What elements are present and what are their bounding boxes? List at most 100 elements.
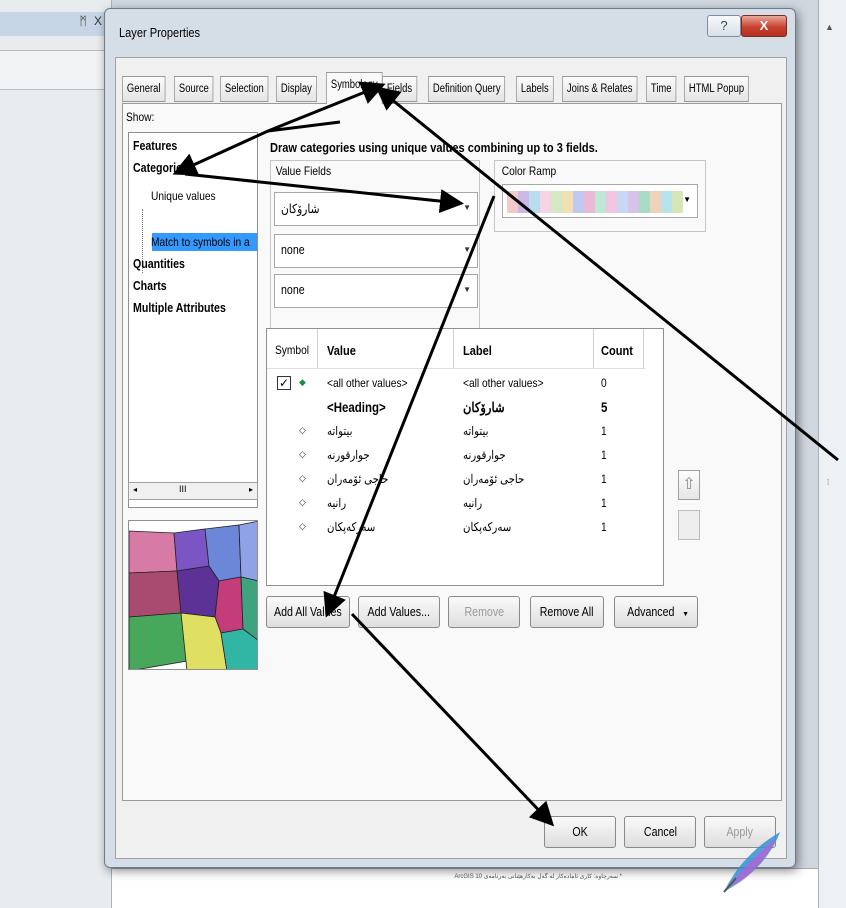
footer-note: * سەرچاوە: کاری ئامادەکار لە گەڵ بەکارهێ… — [454, 874, 622, 880]
close-button[interactable]: X — [741, 15, 787, 37]
color-ramp-swatches — [507, 191, 683, 213]
ramp-swatch — [573, 191, 584, 213]
chevron-down-icon: ▼ — [463, 285, 471, 294]
symbology-preview-map — [128, 520, 258, 670]
color-ramp-select[interactable]: ▼ — [502, 184, 698, 218]
tree-item-features[interactable]: Features — [133, 139, 177, 153]
cell-label[interactable]: جوارقورنە — [463, 448, 506, 462]
value-fields-label: Value Fields — [274, 164, 333, 178]
cell-label[interactable]: بیتواتە — [463, 424, 488, 438]
cell-count: 1 — [601, 472, 607, 486]
cell-value: <Heading> — [327, 400, 386, 415]
pin-close-controls[interactable]: ᛗ X — [79, 14, 104, 28]
scroll-left-icon[interactable]: ◂ — [133, 485, 137, 494]
cancel-button[interactable]: Cancel — [624, 816, 696, 848]
ramp-swatch — [617, 191, 628, 213]
splitter-grip-icon[interactable]: ⁞ — [827, 478, 829, 487]
ramp-swatch — [595, 191, 606, 213]
tab-html-popup[interactable]: HTML Popup — [684, 76, 750, 102]
table-header: Symbol Value Label Count — [267, 329, 645, 369]
value-field-1-select[interactable]: شارۆکان ▼ — [274, 192, 478, 226]
tree-item-match-to-symbols[interactable]: Match to symbols in a — [151, 235, 250, 249]
ok-button[interactable]: OK — [544, 816, 616, 848]
ramp-swatch — [628, 191, 639, 213]
column-label[interactable]: Label — [463, 343, 492, 358]
add-values-button[interactable]: Add Values... — [358, 596, 440, 628]
dock-panel: ᛗ X — [0, 0, 112, 908]
symbol-swatch-icon[interactable]: ◇ — [299, 497, 306, 508]
layer-properties-dialog: Layer Properties ? X General Source Sele… — [104, 8, 796, 868]
cell-label[interactable]: شارۆکان — [463, 400, 505, 416]
ramp-swatch — [551, 191, 562, 213]
cell-count: 5 — [601, 400, 608, 415]
help-button[interactable]: ? — [707, 15, 741, 37]
table-row[interactable]: ◇ جوارقورنە جوارقورنە 1 — [267, 445, 645, 467]
tab-selection[interactable]: Selection — [220, 76, 269, 102]
color-ramp-label: Color Ramp — [500, 164, 558, 178]
ramp-swatch — [529, 191, 540, 213]
symbol-swatch-icon[interactable]: ◇ — [299, 425, 306, 436]
scroll-right-icon[interactable]: ▸ — [249, 485, 253, 494]
cell-label[interactable]: <all other values> — [463, 376, 544, 390]
value-field-3-select[interactable]: none ▼ — [274, 274, 478, 308]
ramp-swatch — [661, 191, 672, 213]
advanced-button[interactable]: Advanced ▼ — [614, 596, 698, 628]
document-footer: * سەرچاوە: کاری ئامادەکار لە گەڵ بەکارهێ… — [112, 868, 818, 908]
arrow-up-icon: ⇧ — [682, 476, 696, 493]
dock-panel-header: ᛗ X — [0, 12, 112, 36]
tab-definition-query[interactable]: Definition Query — [428, 76, 506, 102]
move-down-button[interactable] — [678, 510, 700, 540]
column-symbol[interactable]: Symbol — [275, 343, 309, 357]
symbol-swatch-icon[interactable]: ◇ — [299, 449, 306, 460]
value-field-3-text: none — [281, 283, 305, 297]
scroll-thumb[interactable]: III — [179, 484, 187, 494]
tree-item-unique-values-many[interactable]: Unique values, many — [151, 213, 246, 227]
tree-item-quantities[interactable]: Quantities — [133, 257, 185, 271]
tree-item-charts[interactable]: Charts — [133, 279, 167, 293]
tab-time[interactable]: Time — [646, 76, 677, 102]
symbol-swatch-icon[interactable]: ◇ — [299, 521, 306, 532]
dialog-titlebar[interactable]: Layer Properties ? X — [105, 9, 795, 59]
cell-label[interactable]: حاجی ئۆمەران — [463, 472, 524, 486]
cell-value: حاجی ئۆمەران — [327, 472, 389, 486]
add-all-values-button[interactable]: Add All Values — [266, 596, 350, 628]
tab-general[interactable]: General — [122, 76, 166, 102]
tree-item-multiple-attributes[interactable]: Multiple Attributes — [133, 301, 226, 315]
cell-value: سەرکەپکان — [327, 520, 376, 534]
remove-button[interactable]: Remove — [448, 596, 520, 628]
remove-all-button[interactable]: Remove All — [530, 596, 604, 628]
table-row[interactable]: ◇ بیتواتە بیتواتە 1 — [267, 421, 645, 443]
cell-count: 1 — [601, 496, 607, 510]
symbol-swatch-icon[interactable]: ◆ — [299, 377, 306, 388]
table-row[interactable]: ◇ سەرکەپکان سەرکەپکان 1 — [267, 517, 645, 539]
row-checkbox[interactable]: ✓ — [277, 376, 291, 390]
scroll-up-icon[interactable]: ▲ — [825, 22, 834, 32]
tab-symbology[interactable]: Symbology — [326, 72, 383, 104]
ramp-swatch — [540, 191, 551, 213]
cell-label[interactable]: سەرکەپکان — [463, 520, 511, 534]
dialog-title: Layer Properties — [119, 25, 201, 40]
value-field-1-text: شارۆکان — [281, 202, 320, 216]
tab-source[interactable]: Source — [174, 76, 214, 102]
tab-joins-relates[interactable]: Joins & Relates — [562, 76, 638, 102]
table-row[interactable]: ◇ حاجی ئۆمەران حاجی ئۆمەران 1 — [267, 469, 645, 491]
tab-display[interactable]: Display — [276, 76, 317, 102]
table-row[interactable]: ✓ ◆ <all other values> <all other values> 0 — [267, 373, 645, 395]
value-field-2-select[interactable]: none ▼ — [274, 234, 478, 268]
table-row[interactable]: <Heading> شارۆکان 5 — [267, 397, 645, 419]
cell-count: 1 — [601, 520, 607, 534]
tab-labels[interactable]: Labels — [516, 76, 554, 102]
chevron-down-icon: ▼ — [463, 245, 471, 254]
tab-fields[interactable]: Fields — [382, 76, 418, 102]
tree-horizontal-scrollbar[interactable]: ◂ III ▸ — [128, 482, 258, 500]
move-up-button[interactable]: ⇧ — [678, 470, 700, 500]
column-count[interactable]: Count — [601, 343, 633, 358]
cell-count: 1 — [601, 424, 607, 438]
tree-item-categories[interactable]: Categories — [133, 161, 188, 175]
column-value[interactable]: Value — [327, 343, 356, 358]
table-row[interactable]: ◇ رانیە رانیە 1 — [267, 493, 645, 515]
symbol-swatch-icon[interactable]: ◇ — [299, 473, 306, 484]
cell-value: بیتواتە — [327, 424, 353, 438]
cell-label[interactable]: رانیە — [463, 496, 482, 510]
tree-item-unique-values[interactable]: Unique values — [151, 189, 216, 203]
